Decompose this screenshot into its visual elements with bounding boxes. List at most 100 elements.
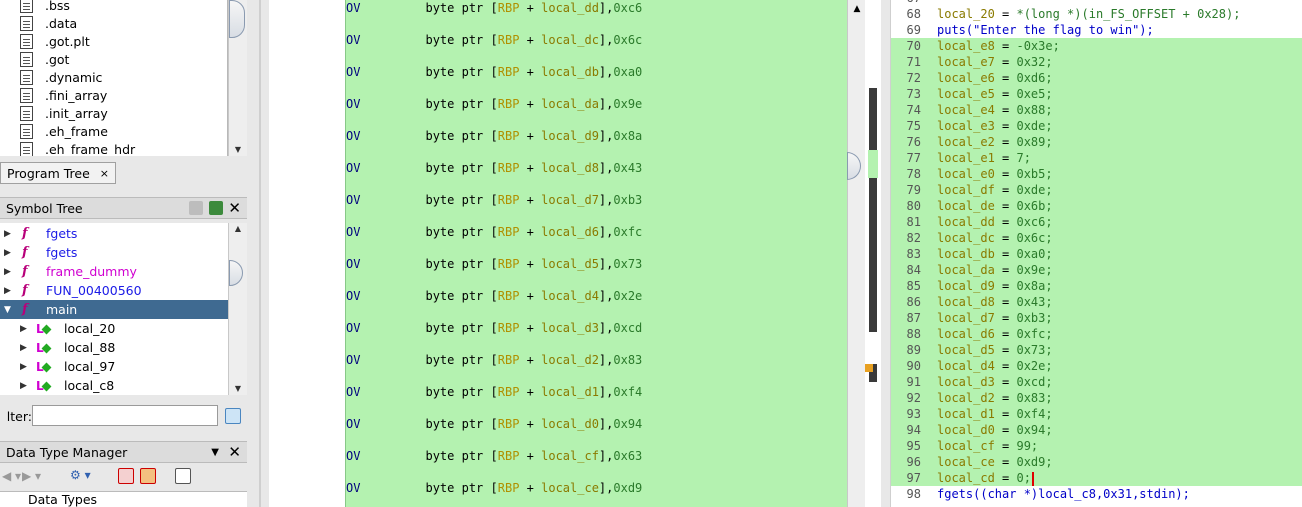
code-line[interactable]: 78 local_e0 = 0xb5; [891, 166, 1302, 182]
filter-input[interactable] [32, 405, 218, 426]
symbol-tree-child[interactable]: ▶ Llocal_20 [0, 319, 228, 338]
code-line[interactable]: 82 local_dc = 0x6c; [891, 230, 1302, 246]
listing-row[interactable]: OV byte ptr [RBP + local_dd],0xc6 [346, 0, 642, 16]
scroll-thumb[interactable] [847, 152, 861, 180]
tab-program-tree[interactable]: Program Tree × [0, 162, 116, 184]
expand-icon[interactable]: ▶ [4, 248, 14, 258]
scroll-up-arrow-icon[interactable]: ▲ [229, 223, 247, 235]
scroll-thumb[interactable] [229, 0, 245, 38]
scroll-down-arrow-icon[interactable]: ▼ [229, 144, 247, 156]
code-line[interactable]: 73 local_e5 = 0xe5; [891, 86, 1302, 102]
tree-item[interactable]: .got [20, 50, 69, 68]
symbol-tree-refresh-icon[interactable] [209, 201, 223, 215]
tree-item[interactable]: .bss [20, 0, 70, 14]
code-line[interactable]: 68 local_20 = *(long *)(in_FS_OFFSET + 0x… [891, 6, 1302, 22]
scroll-down-arrow-icon[interactable]: ▼ [229, 383, 247, 395]
tree-item[interactable]: .fini_array [20, 86, 107, 104]
listing-overview-bar[interactable] [865, 0, 881, 507]
filter-off-icon[interactable] [118, 468, 134, 484]
filter-types-icon[interactable] [140, 468, 156, 484]
listing-row[interactable]: OV byte ptr [RBP + local_ce],0xd9 [346, 480, 642, 496]
code-line[interactable]: 98 fgets((char *)local_c8,0x31,stdin); [891, 486, 1302, 502]
listing-row[interactable]: OV byte ptr [RBP + local_db],0xa0 [346, 64, 642, 80]
tree-item[interactable]: .got.plt [20, 32, 90, 50]
listing-scrollbar[interactable]: ▲ [847, 0, 865, 507]
close-icon[interactable]: ✕ [228, 199, 241, 217]
collapse-all-icon[interactable] [175, 468, 191, 484]
expand-icon[interactable]: ▶ [20, 362, 30, 372]
code-line[interactable]: 72 local_e6 = 0xd6; [891, 70, 1302, 86]
code-line[interactable]: 79 local_df = 0xde; [891, 182, 1302, 198]
code-line[interactable]: 71 local_e7 = 0x32; [891, 54, 1302, 70]
expand-icon[interactable]: ▶ [4, 286, 14, 296]
code-line[interactable]: 91 local_d3 = 0xcd; [891, 374, 1302, 390]
expand-icon[interactable]: ▶ [4, 229, 14, 239]
code-line[interactable]: 76 local_e2 = 0x89; [891, 134, 1302, 150]
code-line[interactable]: 88 local_d6 = 0xfc; [891, 326, 1302, 342]
listing-row[interactable]: OV byte ptr [RBP + local_dc],0x6c [346, 32, 642, 48]
listing-row[interactable]: OV byte ptr [RBP + local_d0],0x94 [346, 416, 642, 432]
lock-icon[interactable] [189, 201, 203, 215]
dropdown-arrow-icon[interactable]: ▼ [211, 447, 219, 458]
filter-options-icon[interactable] [225, 408, 241, 424]
code-line[interactable]: 81 local_dd = 0xc6; [891, 214, 1302, 230]
tree-item[interactable]: .eh_frame_hdr [20, 140, 135, 156]
symbol-tree-child[interactable]: ▶ Llocal_c8 [0, 376, 228, 395]
symbol-tree-item[interactable]: ▶ f frame_dummy [0, 262, 228, 281]
listing-row[interactable]: OV byte ptr [RBP + local_d8],0x43 [346, 160, 642, 176]
expand-icon[interactable]: ▶ [4, 267, 14, 277]
listing-row[interactable]: OV byte ptr [RBP + local_d6],0xfc [346, 224, 642, 240]
tab-close-icon[interactable]: × [100, 167, 109, 180]
code-line[interactable]: 70 local_e8 = -0x3e; [891, 38, 1302, 54]
bookmark-icon[interactable] [865, 364, 873, 372]
symbol-tree-item[interactable]: ▶ f FUN_00400560 [0, 281, 228, 300]
code-line[interactable]: 93 local_d1 = 0xf4; [891, 406, 1302, 422]
listing-row[interactable]: OV byte ptr [RBP + local_d7],0xb3 [346, 192, 642, 208]
tree-item[interactable]: .data [20, 14, 77, 32]
listing-row[interactable]: OV byte ptr [RBP + local_d9],0x8a [346, 128, 642, 144]
back-arrow-icon[interactable]: ◀ ▾ [2, 469, 21, 483]
listing-row[interactable]: OV byte ptr [RBP + local_d4],0x2e [346, 288, 642, 304]
tree-item[interactable]: .dynamic [20, 68, 102, 86]
listing-row[interactable]: OV byte ptr [RBP + local_d1],0xf4 [346, 384, 642, 400]
archive-icon[interactable]: ⚙ ▾ [70, 468, 91, 482]
expand-icon[interactable]: ▶ [20, 381, 30, 391]
data-types-root[interactable]: Data Types [28, 492, 97, 507]
code-line[interactable]: 80 local_de = 0x6b; [891, 198, 1302, 214]
symbol-tree-item[interactable]: ▶ f fgets [0, 243, 228, 262]
code-line[interactable]: 74 local_e4 = 0x88; [891, 102, 1302, 118]
code-line[interactable]: 86 local_d8 = 0x43; [891, 294, 1302, 310]
listing-row[interactable]: OV byte ptr [RBP + local_d3],0xcd [346, 320, 642, 336]
program-tree-scrollbar[interactable]: ▼ [228, 0, 247, 156]
close-icon[interactable]: ✕ [228, 443, 241, 461]
code-line[interactable]: 75 local_e3 = 0xde; [891, 118, 1302, 134]
symbol-tree-item[interactable]: ▼ f main [0, 300, 228, 319]
symbol-tree-child[interactable]: ▶ Llocal_97 [0, 357, 228, 376]
code-line[interactable]: 94 local_d0 = 0x94; [891, 422, 1302, 438]
symbol-tree-item[interactable]: ▶ f fgets [0, 224, 228, 243]
forward-arrow-icon[interactable]: ▶ ▾ [22, 469, 41, 483]
listing-row[interactable]: OV byte ptr [RBP + local_cf],0x63 [346, 448, 642, 464]
code-line[interactable]: 89 local_d5 = 0x73; [891, 342, 1302, 358]
scroll-thumb[interactable] [229, 260, 243, 286]
code-line[interactable]: 97 local_cd = 0; [891, 470, 1302, 486]
tree-item[interactable]: .eh_frame [20, 122, 108, 140]
code-line[interactable]: 77 local_e1 = 7; [891, 150, 1302, 166]
decompiler-view[interactable]: 67 68local_20 = *(long *)(in_FS_OFFSET +… [891, 0, 1302, 507]
code-line[interactable]: 96 local_ce = 0xd9; [891, 454, 1302, 470]
scroll-up-arrow-icon[interactable]: ▲ [848, 4, 866, 14]
splitter[interactable] [247, 0, 269, 507]
listing-view[interactable]: OV byte ptr [RBP + local_dd],0xc6 OV byte… [345, 0, 847, 507]
expand-icon[interactable]: ▶ [20, 343, 30, 353]
code-line[interactable]: 95 local_cf = 99; [891, 438, 1302, 454]
expand-icon[interactable]: ▶ [20, 324, 30, 334]
code-line[interactable]: 84 local_da = 0x9e; [891, 262, 1302, 278]
splitter[interactable] [881, 0, 891, 507]
code-line[interactable]: 90 local_d4 = 0x2e; [891, 358, 1302, 374]
tree-item[interactable]: .init_array [20, 104, 108, 122]
listing-row[interactable]: OV byte ptr [RBP + local_d5],0x73 [346, 256, 642, 272]
code-line[interactable]: 85 local_d9 = 0x8a; [891, 278, 1302, 294]
symbol-tree-scrollbar[interactable]: ▲ ▼ [228, 223, 247, 395]
code-line[interactable]: 83 local_db = 0xa0; [891, 246, 1302, 262]
symbol-tree-child[interactable]: ▶ Llocal_88 [0, 338, 228, 357]
